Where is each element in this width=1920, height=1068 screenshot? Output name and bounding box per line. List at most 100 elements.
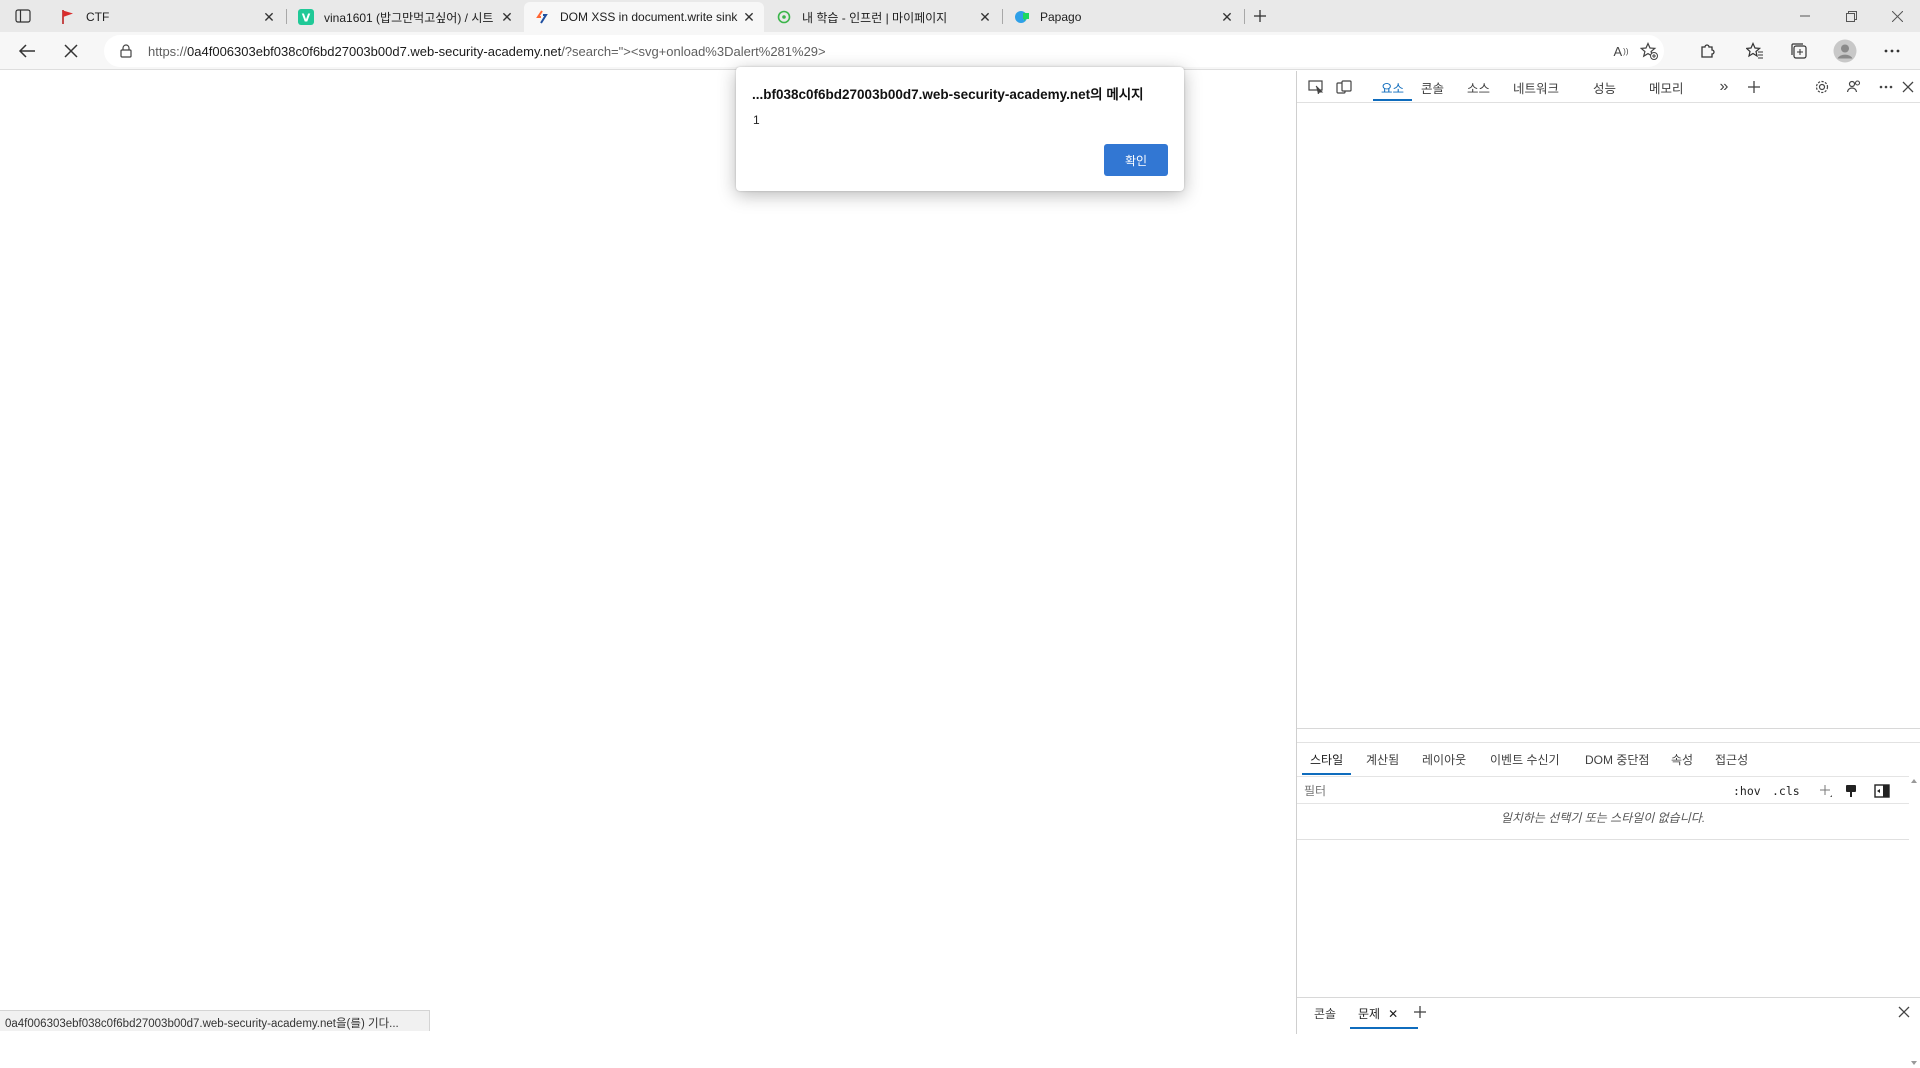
computed-tab[interactable]: 계산됨 bbox=[1366, 743, 1399, 775]
devtools-panel: 요소 콘솔 소스 네트워크 성능 메모리 » 스타일 계산됨 레이아웃 이벤트 … bbox=[1296, 71, 1920, 1065]
tab-close-button[interactable]: ✕ bbox=[260, 8, 278, 26]
add-favorite-button[interactable] bbox=[1638, 41, 1660, 61]
sidebar-icon bbox=[1874, 784, 1890, 798]
tab-actions-menu-button[interactable] bbox=[10, 6, 36, 26]
tab-velog[interactable]: V vina1601 (밥그만먹고싶어) / 시트 ✕ bbox=[288, 2, 522, 32]
url-path: /?search="><svg+onload%3Dalert%281%29> bbox=[561, 43, 826, 59]
devtools-tab-console[interactable]: 콘솔 bbox=[1421, 71, 1444, 103]
close-devtools-button[interactable] bbox=[1897, 77, 1919, 97]
close-icon bbox=[64, 44, 78, 58]
stop-loading-button[interactable] bbox=[56, 37, 86, 65]
ok-button[interactable]: 확인 bbox=[1104, 144, 1168, 176]
tab-title: CTF bbox=[86, 10, 110, 24]
close-drawer-tab-button[interactable]: ✕ bbox=[1388, 1007, 1398, 1021]
devtools-settings-button[interactable] bbox=[1811, 77, 1833, 97]
tab-strip: CTF ✕ V vina1601 (밥그만먹고싶어) / 시트 ✕ DOM XS… bbox=[0, 0, 1920, 32]
add-drawer-tab-button[interactable] bbox=[1409, 1002, 1431, 1022]
toggle-computed-sidebar-button[interactable] bbox=[1873, 782, 1891, 800]
favorites-icon bbox=[1746, 42, 1763, 59]
gear-icon bbox=[1815, 80, 1829, 94]
styles-filter-bar: :hov .cls bbox=[1297, 776, 1909, 804]
velog-v-icon: V bbox=[298, 9, 314, 25]
drawer-tab-issues[interactable]: 문제 ✕ bbox=[1349, 998, 1419, 1029]
settings-and-more-button[interactable] bbox=[1877, 37, 1907, 65]
web-security-academy-icon bbox=[534, 9, 550, 25]
papago-icon bbox=[1014, 9, 1030, 25]
status-bar: 0a4f006303ebf038c0f6bd27003b00d7.web-sec… bbox=[0, 1010, 430, 1031]
inspect-element-button[interactable] bbox=[1305, 77, 1327, 97]
url-text[interactable]: https://0a4f006303ebf038c0f6bd27003b00d7… bbox=[148, 44, 826, 59]
tab-separator bbox=[286, 9, 287, 24]
hov-toggle-button[interactable]: :hov bbox=[1733, 782, 1761, 800]
drawer-tab-console[interactable]: 콘솔 bbox=[1314, 998, 1336, 1029]
tab-ctf[interactable]: CTF ✕ bbox=[50, 2, 284, 32]
dialog-title: ...bf038c0f6bd27003b00d7.web-security-ac… bbox=[752, 87, 1144, 102]
devtools-tab-sources[interactable]: 소스 bbox=[1467, 71, 1490, 103]
back-button[interactable] bbox=[12, 37, 42, 65]
more-tabs-button[interactable]: » bbox=[1713, 77, 1735, 97]
address-bar[interactable]: https://0a4f006303ebf038c0f6bd27003b00d7… bbox=[104, 35, 1664, 67]
dialog-message: 1 bbox=[753, 113, 760, 127]
more-horizontal-icon bbox=[1879, 85, 1893, 89]
close-icon bbox=[1898, 1006, 1910, 1018]
red-flag-icon bbox=[60, 9, 76, 25]
tab-separator bbox=[1002, 9, 1003, 24]
styles-tab[interactable]: 스타일 bbox=[1301, 743, 1352, 775]
read-aloud-icon: A bbox=[1613, 43, 1623, 59]
favorites-button[interactable] bbox=[1740, 37, 1770, 65]
device-icon bbox=[1336, 80, 1352, 94]
url-scheme: https:// bbox=[148, 43, 188, 59]
pane-divider[interactable] bbox=[1297, 728, 1920, 729]
svg-text:V: V bbox=[302, 12, 311, 25]
tab-title: 내 학습 - 인프런 | 마이페이지 bbox=[802, 10, 948, 25]
accessibility-tab[interactable]: 접근성 bbox=[1715, 743, 1748, 775]
plus-icon bbox=[1254, 10, 1266, 22]
browser-toolbar: https://0a4f006303ebf038c0f6bd27003b00d7… bbox=[0, 32, 1920, 70]
drawer-tab-label: 문제 bbox=[1358, 1007, 1381, 1021]
avatar bbox=[1833, 39, 1857, 63]
add-tool-button[interactable] bbox=[1743, 77, 1765, 97]
paint-brush-icon bbox=[1846, 785, 1856, 797]
tab-inflearn[interactable]: 내 학습 - 인프런 | 마이페이지 ✕ bbox=[766, 2, 1000, 32]
tab-papago[interactable]: Papago ✕ bbox=[1004, 2, 1242, 32]
dom-breakpoints-tab[interactable]: DOM 중단점 bbox=[1585, 743, 1649, 775]
tab-close-button[interactable]: ✕ bbox=[976, 8, 994, 26]
tab-dom-xss[interactable]: DOM XSS in document.write sink ✕ bbox=[524, 2, 764, 32]
new-style-rule-button[interactable] bbox=[1817, 782, 1835, 800]
tab-separator bbox=[1244, 9, 1245, 24]
close-icon bbox=[1902, 81, 1914, 93]
properties-tab[interactable]: 속성 bbox=[1671, 743, 1693, 775]
event-listeners-tab[interactable]: 이벤트 수신기 bbox=[1490, 743, 1560, 775]
new-tab-button[interactable] bbox=[1248, 5, 1272, 27]
tab-close-button[interactable]: ✕ bbox=[740, 8, 758, 26]
close-drawer-button[interactable] bbox=[1893, 1002, 1915, 1022]
collections-button[interactable] bbox=[1784, 37, 1814, 65]
read-aloud-button[interactable]: A)) bbox=[1610, 41, 1632, 61]
restore-button[interactable] bbox=[1828, 0, 1874, 32]
tab-close-button[interactable]: ✕ bbox=[1218, 8, 1236, 26]
minimize-icon bbox=[1800, 15, 1810, 17]
extensions-button[interactable] bbox=[1692, 37, 1722, 65]
devtools-tab-performance[interactable]: 성능 bbox=[1593, 71, 1616, 103]
minimize-button[interactable] bbox=[1782, 0, 1828, 32]
inspect-icon bbox=[1308, 80, 1324, 94]
profile-button[interactable] bbox=[1830, 37, 1860, 65]
styles-filter-input[interactable] bbox=[1299, 780, 1719, 802]
lock-icon bbox=[118, 43, 134, 59]
tab-close-button[interactable]: ✕ bbox=[498, 8, 516, 26]
device-emulation-button[interactable] bbox=[1333, 77, 1355, 97]
cls-toggle-button[interactable]: .cls bbox=[1772, 782, 1800, 800]
layout-tab[interactable]: 레이아웃 bbox=[1422, 743, 1466, 775]
close-window-button[interactable] bbox=[1874, 0, 1920, 32]
scroll-down-arrow-icon bbox=[1911, 1061, 1917, 1065]
devtools-toolbar: 요소 콘솔 소스 네트워크 성능 메모리 » bbox=[1297, 71, 1920, 103]
devtools-tab-elements[interactable]: 요소 bbox=[1372, 71, 1413, 103]
devtools-tab-memory[interactable]: 메모리 bbox=[1649, 71, 1684, 103]
devtools-tab-network[interactable]: 네트워크 bbox=[1513, 71, 1559, 103]
elements-tree[interactable] bbox=[1297, 104, 1920, 728]
plus-icon bbox=[1414, 1006, 1426, 1018]
tab-title: vina1601 (밥그만먹고싶어) / 시트 bbox=[324, 10, 494, 25]
feedback-button[interactable] bbox=[1843, 77, 1865, 97]
toggle-rendering-emulations-button[interactable] bbox=[1842, 782, 1860, 800]
customize-devtools-button[interactable] bbox=[1875, 77, 1897, 97]
